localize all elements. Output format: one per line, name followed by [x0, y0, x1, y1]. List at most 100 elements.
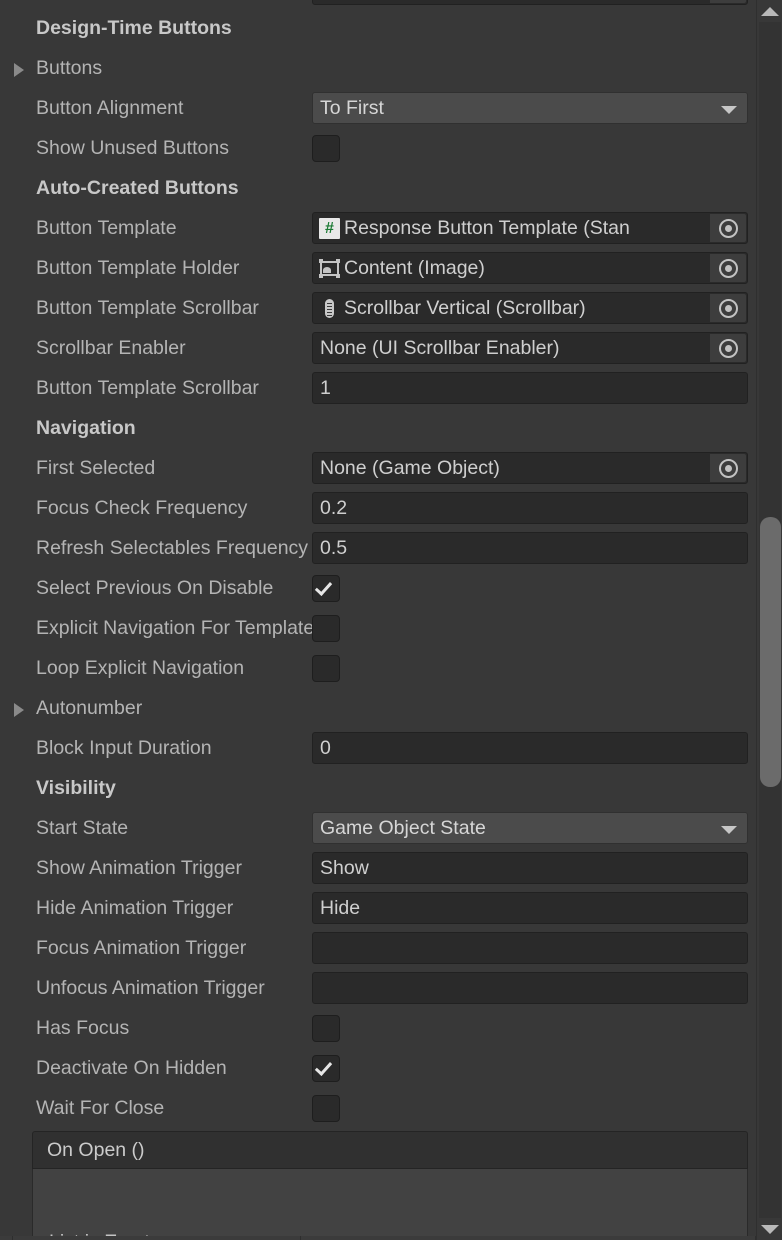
field-has-focus[interactable]: Has Focus: [0, 1008, 756, 1048]
object-reference-value: None (UI Scrollbar Enabler): [320, 337, 560, 359]
check-icon: [314, 1058, 333, 1076]
field-unfocus-animation-trigger[interactable]: Unfocus Animation Trigger: [0, 968, 756, 1008]
field-button-alignment[interactable]: Button Alignment To First: [0, 88, 756, 128]
section-header-label: Navigation: [36, 417, 136, 439]
object-reference-field[interactable]: Scrollbar Vertical (Scrollbar): [312, 292, 748, 324]
row-label: First Selected: [36, 457, 156, 479]
object-reference-field[interactable]: Content (Image): [312, 252, 748, 284]
field-first-selected[interactable]: First Selected None (Game Object): [0, 448, 756, 488]
scrollbar-up-arrow-icon[interactable]: [757, 0, 782, 22]
row-label: Focus Animation Trigger: [36, 937, 247, 959]
section-header-label: Design-Time Buttons: [36, 17, 232, 39]
object-reference-field[interactable]: None (Game Object): [312, 452, 748, 484]
text-input[interactable]: 0: [312, 732, 748, 764]
row-label: Button Template Scrollbar: [36, 297, 259, 319]
unity-event-on-open: On Open () List is Empty: [32, 1131, 748, 1240]
field-show-unused-buttons[interactable]: Show Unused Buttons: [0, 128, 756, 168]
scrollbar-down-arrow-icon[interactable]: [757, 1218, 782, 1240]
row-label: Wait For Close: [36, 1097, 165, 1119]
row-label: Hide Animation Trigger: [36, 897, 234, 919]
row-label: Select Previous On Disable: [36, 577, 274, 599]
object-picker-icon[interactable]: [710, 254, 746, 282]
row-label: Refresh Selectables Frequency: [36, 537, 309, 559]
chevron-right-icon[interactable]: [14, 63, 24, 77]
field-wait-for-close[interactable]: Wait For Close: [0, 1088, 756, 1128]
field-select-previous-on-disable[interactable]: Select Previous On Disable: [0, 568, 756, 608]
field-explicit-navigation-for-template-buttons[interactable]: Explicit Navigation For Template Buttons: [0, 608, 756, 648]
object-reference-value: None (Game Object): [320, 457, 500, 479]
object-picker-icon[interactable]: [710, 294, 746, 322]
checkbox-control[interactable]: [312, 655, 340, 682]
field-start-state[interactable]: Start State Game Object State: [0, 808, 756, 848]
object-picker-icon[interactable]: [710, 214, 746, 242]
row-label: Show Unused Buttons: [36, 137, 229, 159]
chevron-down-icon[interactable]: [721, 106, 737, 114]
dropdown-control[interactable]: To First: [312, 92, 748, 124]
text-input[interactable]: 0.2: [312, 492, 748, 524]
row-label: Button Template Scrollbar: [36, 377, 259, 399]
field-button-template-scrollbar[interactable]: Button Template Scrollbar Scrollbar Verti…: [0, 288, 756, 328]
object-reference-field[interactable]: None (UI Scrollbar Enabler): [312, 332, 748, 364]
row-label: Button Template: [36, 217, 177, 239]
row-label: Button Alignment: [36, 97, 184, 119]
dropdown-value: Game Object State: [320, 817, 486, 839]
field-loop-explicit-navigation[interactable]: Loop Explicit Navigation: [0, 648, 756, 688]
field-focus-animation-trigger[interactable]: Focus Animation Trigger: [0, 928, 756, 968]
scrollbar-thumb[interactable]: [760, 517, 781, 787]
section-header-label: Auto-Created Buttons: [36, 177, 239, 199]
scrollbar-component-icon: [319, 298, 340, 319]
object-type-icon: #: [319, 217, 340, 239]
foldout-autonumber[interactable]: Autonumber: [0, 688, 756, 728]
checkbox-control[interactable]: [312, 1095, 340, 1122]
text-input[interactable]: Hide: [312, 892, 748, 924]
checkbox-control[interactable]: [312, 1015, 340, 1042]
field-button-template[interactable]: Button Template # Response Button Template…: [0, 208, 756, 248]
field-button-template-scrollbar-value[interactable]: Button Template Scrollbar 1: [0, 368, 756, 408]
unity-inspector-panel: Design-Time Buttons Buttons Button Alignme…: [0, 0, 782, 1240]
event-body[interactable]: List is Empty: [32, 1169, 748, 1240]
text-input[interactable]: [312, 932, 748, 964]
foldout-buttons[interactable]: Buttons: [0, 48, 756, 88]
inspector-content: Design-Time Buttons Buttons Button Alignme…: [0, 0, 756, 1240]
text-input[interactable]: Show: [312, 852, 748, 884]
object-picker-icon[interactable]: [710, 0, 746, 3]
field-button-template-holder[interactable]: Button Template Holder Content (Image): [0, 248, 756, 288]
field-show-animation-trigger[interactable]: Show Animation Trigger Show: [0, 848, 756, 888]
section-design-time-buttons: Design-Time Buttons: [0, 8, 756, 48]
row-label: Buttons: [36, 57, 103, 79]
field-hide-animation-trigger[interactable]: Hide Animation Trigger Hide: [0, 888, 756, 928]
row-label: Autonumber: [36, 697, 143, 719]
section-navigation: Navigation: [0, 408, 756, 448]
checkbox-control[interactable]: [312, 135, 340, 162]
checkbox-control[interactable]: [312, 575, 340, 602]
chevron-down-icon[interactable]: [721, 826, 737, 834]
text-input[interactable]: 0.5: [312, 532, 748, 564]
chevron-right-icon[interactable]: [14, 703, 24, 717]
field-refresh-selectables-frequency[interactable]: Refresh Selectables Frequency 0.5: [0, 528, 756, 568]
image-component-icon: [319, 258, 340, 279]
checkbox-control[interactable]: [312, 1055, 340, 1082]
object-reference-value: Content (Image): [344, 257, 485, 279]
event-header[interactable]: On Open (): [32, 1131, 748, 1169]
field-focus-check-frequency[interactable]: Focus Check Frequency 0.2: [0, 488, 756, 528]
row-label: Block Input Duration: [36, 737, 212, 759]
row-label: Deactivate On Hidden: [36, 1057, 227, 1079]
field-block-input-duration[interactable]: Block Input Duration 0: [0, 728, 756, 768]
script-asset-icon: #: [319, 217, 340, 239]
object-reference-value: Response Button Template (Stan: [344, 217, 630, 239]
row-label: Button Template Holder: [36, 257, 240, 279]
text-input[interactable]: [312, 972, 748, 1004]
vertical-scrollbar[interactable]: [756, 0, 782, 1240]
bottom-divider: [0, 1236, 782, 1240]
field-scrollbar-enabler[interactable]: Scrollbar Enabler None (UI Scrollbar Enab…: [0, 328, 756, 368]
field-deactivate-on-hidden[interactable]: Deactivate On Hidden: [0, 1048, 756, 1088]
top-clipped-object-field[interactable]: [312, 0, 748, 5]
object-picker-icon[interactable]: [710, 454, 746, 482]
dropdown-control[interactable]: Game Object State: [312, 812, 748, 844]
checkbox-control[interactable]: [312, 615, 340, 642]
object-reference-field[interactable]: # Response Button Template (Stan: [312, 212, 748, 244]
dropdown-value: To First: [320, 97, 384, 119]
row-label: Scrollbar Enabler: [36, 337, 186, 359]
text-input[interactable]: 1: [312, 372, 748, 404]
object-picker-icon[interactable]: [710, 334, 746, 362]
